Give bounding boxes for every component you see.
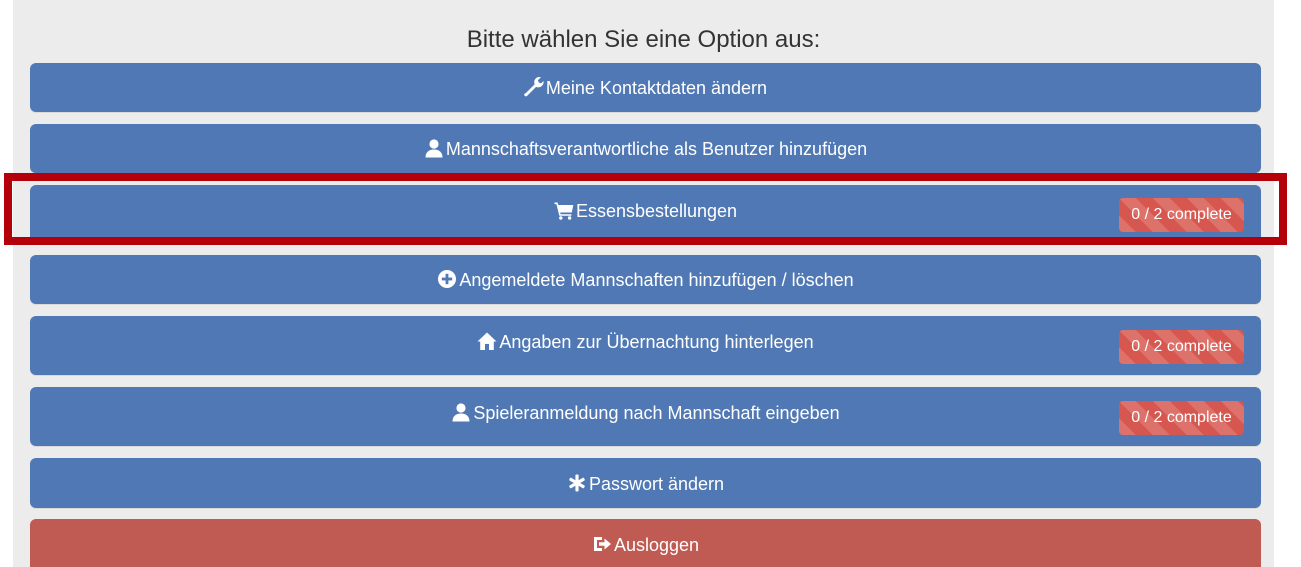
options-panel: Bitte wählen Sie eine Option aus: Meine …: [13, 0, 1274, 567]
logout-label: Ausloggen: [613, 535, 700, 555]
manage-registered-teams-label: Angemeldete Mannschaften hinzufügen / lö…: [459, 270, 854, 290]
page-heading: Bitte wählen Sie eine Option aus:: [466, 26, 821, 53]
log-out-icon: [592, 534, 612, 554]
wrench-icon: [524, 77, 544, 97]
progress-badge: 0 / 2 complete: [1119, 198, 1244, 232]
change-password-button[interactable]: Passwort ändern: [30, 458, 1261, 508]
shopping-cart-icon: [554, 200, 574, 220]
plus-circle-icon: [437, 269, 457, 289]
home-icon: [477, 331, 497, 351]
user-icon: [451, 402, 471, 422]
accommodation-details-button[interactable]: Angaben zur Übernachtung hinterlegen 0 /…: [30, 316, 1261, 375]
progress-badge: 0 / 2 complete: [1119, 330, 1244, 364]
asterisk-icon: [567, 473, 587, 493]
player-registration-button[interactable]: Spieleranmeldung nach Mannschaft eingebe…: [30, 387, 1261, 446]
meal-orders-label: Essensbestellungen: [575, 201, 738, 221]
edit-contact-data-label: Meine Kontaktdaten ändern: [545, 78, 768, 98]
meal-orders-button[interactable]: Essensbestellungen 0 / 2 complete: [30, 185, 1261, 243]
player-registration-label: Spieleranmeldung nach Mannschaft eingebe…: [473, 403, 840, 423]
manage-registered-teams-button[interactable]: Angemeldete Mannschaften hinzufügen / lö…: [30, 255, 1261, 304]
progress-badge: 0 / 2 complete: [1119, 401, 1244, 435]
edit-contact-data-button[interactable]: Meine Kontaktdaten ändern: [30, 63, 1261, 112]
change-password-label: Passwort ändern: [588, 474, 725, 494]
add-team-managers-label: Mannschaftsverantwortliche als Benutzer …: [445, 139, 868, 159]
add-team-managers-button[interactable]: Mannschaftsverantwortliche als Benutzer …: [30, 124, 1261, 173]
accommodation-details-label: Angaben zur Übernachtung hinterlegen: [499, 332, 814, 352]
logout-button[interactable]: Ausloggen: [30, 519, 1261, 567]
user-icon: [424, 138, 444, 158]
